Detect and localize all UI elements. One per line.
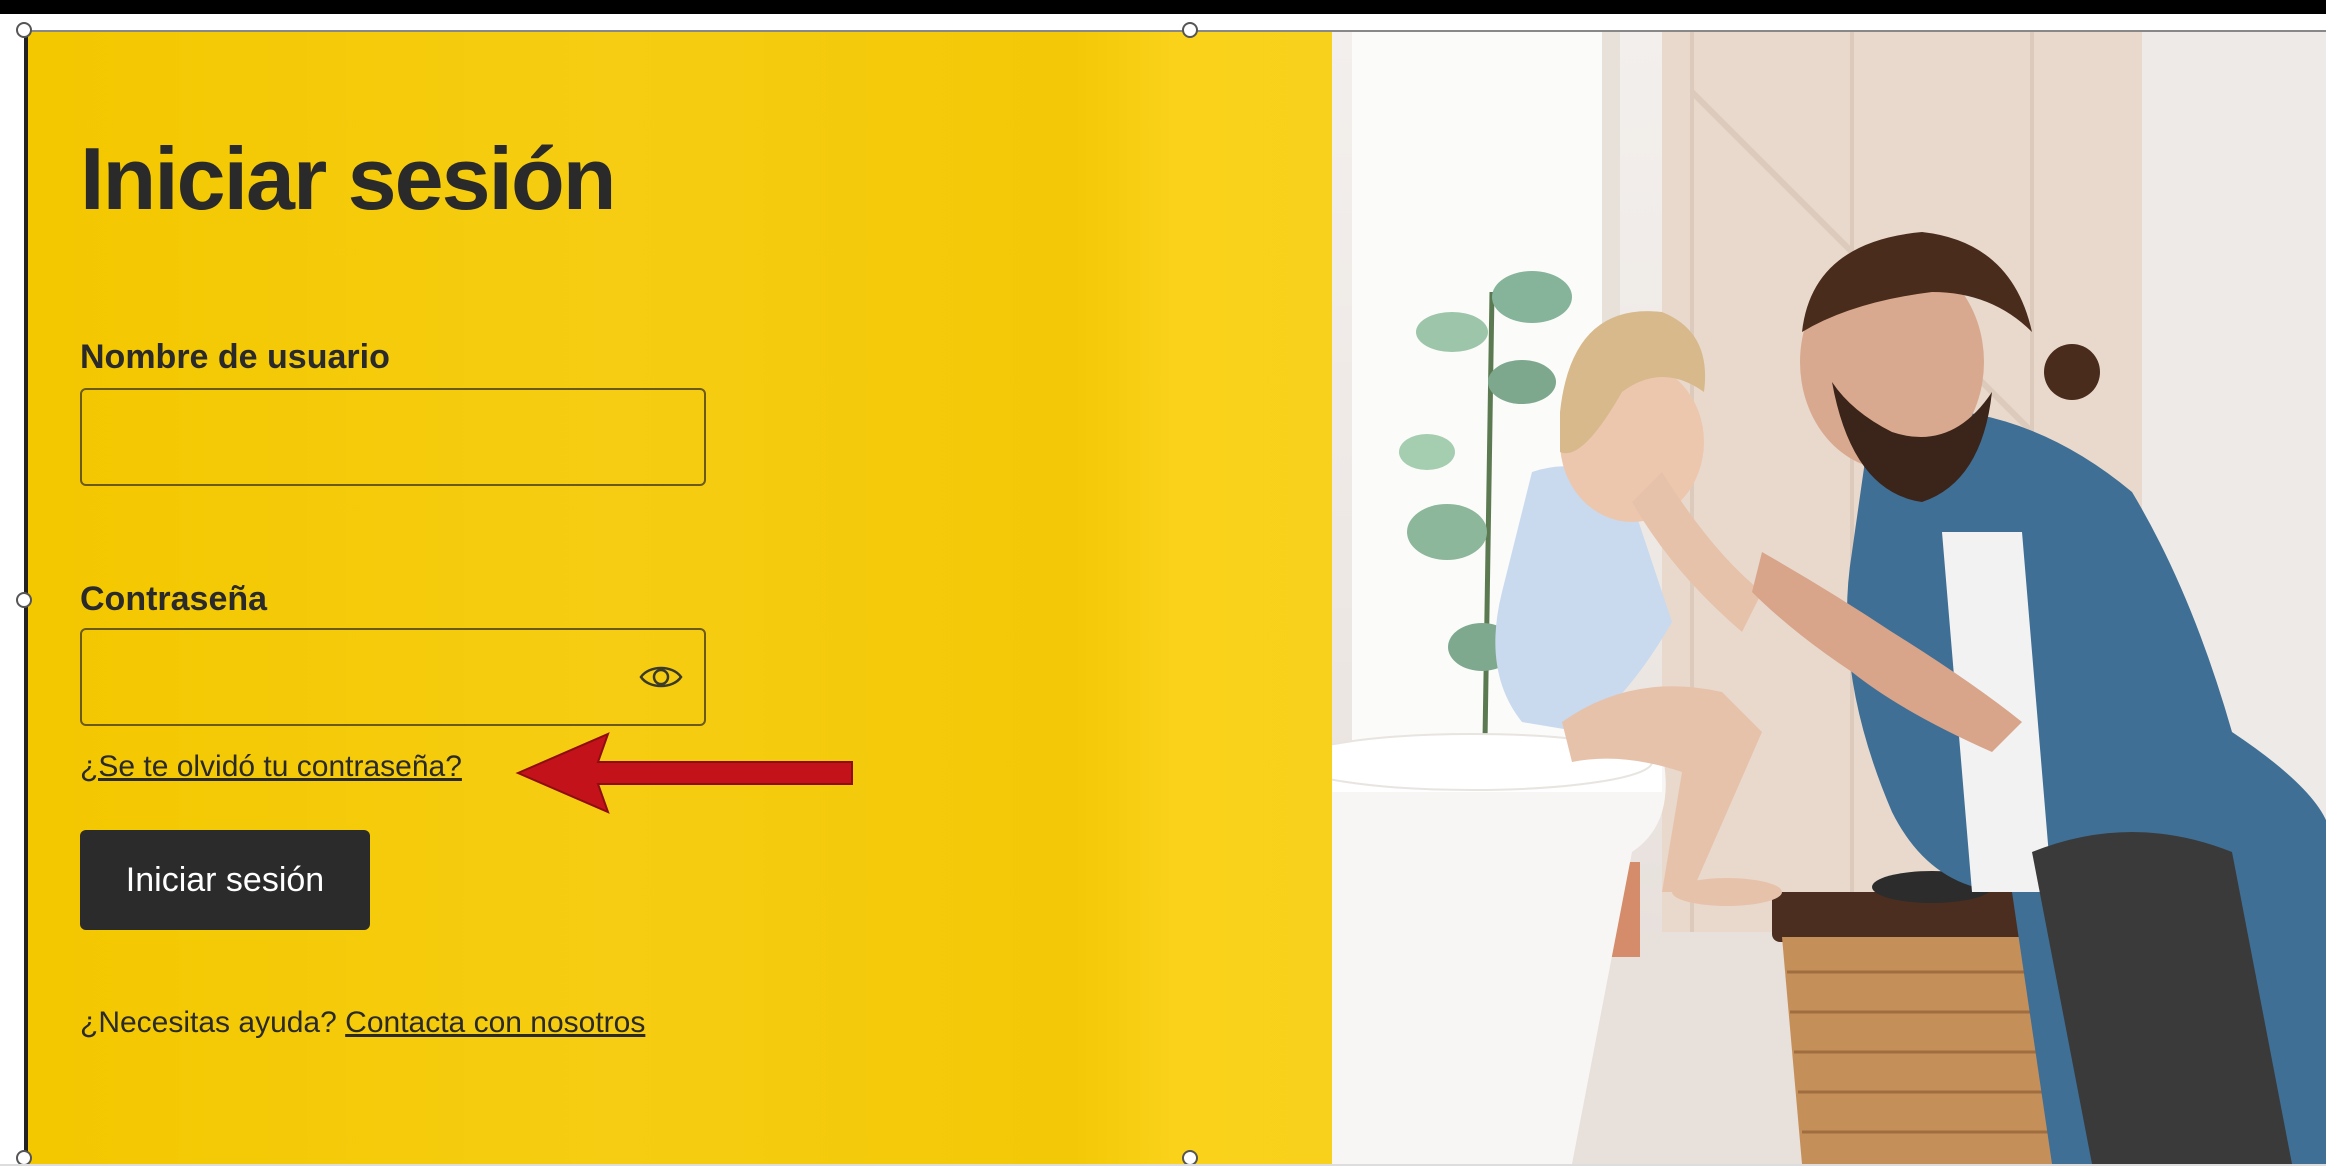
red-arrow-annotation bbox=[515, 732, 853, 814]
forgot-password-link[interactable]: ¿Se te olvidó tu contraseña? bbox=[80, 750, 462, 784]
password-label: Contraseña bbox=[80, 580, 268, 618]
help-section: ¿Necesitas ayuda? Contacta con nosotros bbox=[80, 1006, 645, 1040]
father-daughter-photo bbox=[1332, 32, 2326, 1164]
page-title: Iniciar sesión bbox=[80, 129, 616, 228]
help-text: ¿Necesitas ayuda? bbox=[80, 1006, 337, 1039]
image-frame: Iniciar sesión Nombre de usuario Contras… bbox=[24, 30, 2326, 1166]
hero-photo bbox=[1332, 32, 2326, 1164]
login-button[interactable]: Iniciar sesión bbox=[80, 830, 370, 930]
window-top-bar bbox=[0, 0, 2326, 14]
username-input[interactable] bbox=[80, 388, 706, 486]
resize-handle-top-left[interactable] bbox=[16, 22, 32, 38]
resize-handle-middle-left[interactable] bbox=[16, 592, 32, 608]
login-panel: Iniciar sesión Nombre de usuario Contras… bbox=[28, 32, 1332, 1164]
resize-handle-top-center[interactable] bbox=[1182, 22, 1198, 38]
eye-icon[interactable] bbox=[638, 654, 684, 700]
password-input[interactable] bbox=[80, 628, 706, 726]
contact-link[interactable]: Contacta con nosotros bbox=[345, 1006, 645, 1039]
username-label: Nombre de usuario bbox=[80, 338, 390, 376]
